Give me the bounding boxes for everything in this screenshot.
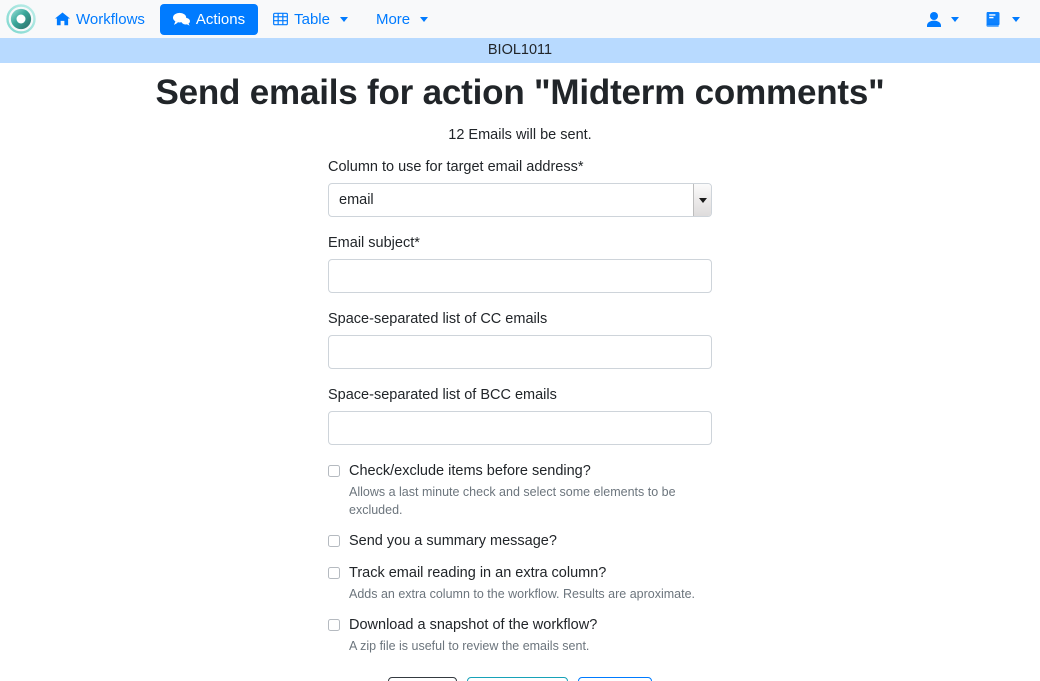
nav-item-workflows[interactable]: Workflows [42, 4, 158, 35]
email-column-select-value[interactable]: email [328, 183, 712, 217]
nav-item-table[interactable]: Table [260, 4, 361, 35]
email-count-subtitle: 12 Emails will be sent. [448, 127, 592, 143]
table-grid-icon [273, 12, 289, 26]
nav-right-group [921, 5, 1032, 34]
track-reading-group: Track email reading in an extra column? … [328, 563, 712, 603]
track-reading-label[interactable]: Track email reading in an extra column? [349, 563, 606, 583]
email-subject-group: Email subject* [328, 233, 712, 293]
download-snapshot-group: Download a snapshot of the workflow? A z… [328, 615, 712, 655]
comments-icon [172, 12, 190, 26]
cc-emails-input[interactable] [328, 335, 712, 369]
cc-emails-label: Space-separated list of CC emails [328, 311, 548, 327]
book-icon [985, 11, 1002, 27]
chevron-down-icon [1012, 16, 1020, 22]
download-snapshot-row: Download a snapshot of the workflow? [328, 615, 712, 635]
check-exclude-group: Check/exclude items before sending? Allo… [328, 461, 712, 519]
send-button[interactable]: Send [578, 677, 652, 681]
form-action-buttons: Cancel Preview Send [328, 677, 712, 681]
email-subject-input[interactable] [328, 259, 712, 293]
summary-message-label[interactable]: Send you a summary message? [349, 531, 557, 551]
download-snapshot-help: A zip file is useful to review the email… [349, 639, 590, 653]
chevron-down-icon [420, 16, 429, 22]
send-email-form: Column to use for target email address* … [328, 143, 712, 681]
home-icon [55, 12, 70, 26]
page-body: Send emails for action "Midterm comments… [0, 63, 1040, 681]
email-column-label: Column to use for target email address* [328, 159, 584, 175]
check-exclude-row: Check/exclude items before sending? [328, 461, 712, 481]
track-reading-checkbox[interactable] [328, 567, 340, 579]
nav-item-actions-label: Actions [195, 10, 246, 28]
summary-message-row: Send you a summary message? [328, 531, 712, 551]
nav-item-more[interactable]: More [363, 4, 441, 35]
nav-item-actions[interactable]: Actions [159, 3, 259, 35]
bcc-emails-label: Space-separated list of BCC emails [328, 387, 557, 403]
nav-item-workflows-label: Workflows [76, 10, 145, 28]
nav-items: Workflows Actions Table More [42, 3, 441, 35]
user-menu-button[interactable] [921, 5, 965, 34]
track-reading-help: Adds an extra column to the workflow. Re… [349, 587, 695, 601]
email-column-group: Column to use for target email address* … [328, 157, 712, 217]
check-exclude-checkbox[interactable] [328, 465, 340, 477]
user-icon [927, 11, 941, 27]
page-title: Send emails for action "Midterm comments… [155, 73, 885, 112]
chevron-down-icon [339, 16, 348, 22]
docs-menu-button[interactable] [979, 5, 1026, 34]
bcc-emails-group: Space-separated list of BCC emails [328, 385, 712, 445]
email-subject-label: Email subject* [328, 235, 420, 251]
nav-item-more-label: More [375, 10, 411, 28]
email-column-select[interactable]: email [328, 183, 712, 217]
check-exclude-help: Allows a last minute check and select so… [349, 485, 676, 517]
check-exclude-label[interactable]: Check/exclude items before sending? [349, 461, 591, 481]
select-dropdown-arrow-icon[interactable] [693, 184, 711, 216]
workflow-name-banner: BIOL1011 [0, 38, 1040, 63]
summary-message-group: Send you a summary message? [328, 531, 712, 551]
cc-emails-group: Space-separated list of CC emails [328, 309, 712, 369]
bcc-emails-input[interactable] [328, 411, 712, 445]
track-reading-row: Track email reading in an extra column? [328, 563, 712, 583]
nav-item-table-label: Table [294, 10, 330, 28]
cancel-button[interactable]: Cancel [388, 677, 458, 681]
top-navbar: Workflows Actions Table More [0, 0, 1040, 38]
preview-button[interactable]: Preview [467, 677, 569, 681]
download-snapshot-checkbox[interactable] [328, 619, 340, 631]
ontask-circle-logo[interactable] [6, 4, 36, 34]
summary-message-checkbox[interactable] [328, 535, 340, 547]
chevron-down-icon [951, 16, 959, 22]
download-snapshot-label[interactable]: Download a snapshot of the workflow? [349, 615, 597, 635]
